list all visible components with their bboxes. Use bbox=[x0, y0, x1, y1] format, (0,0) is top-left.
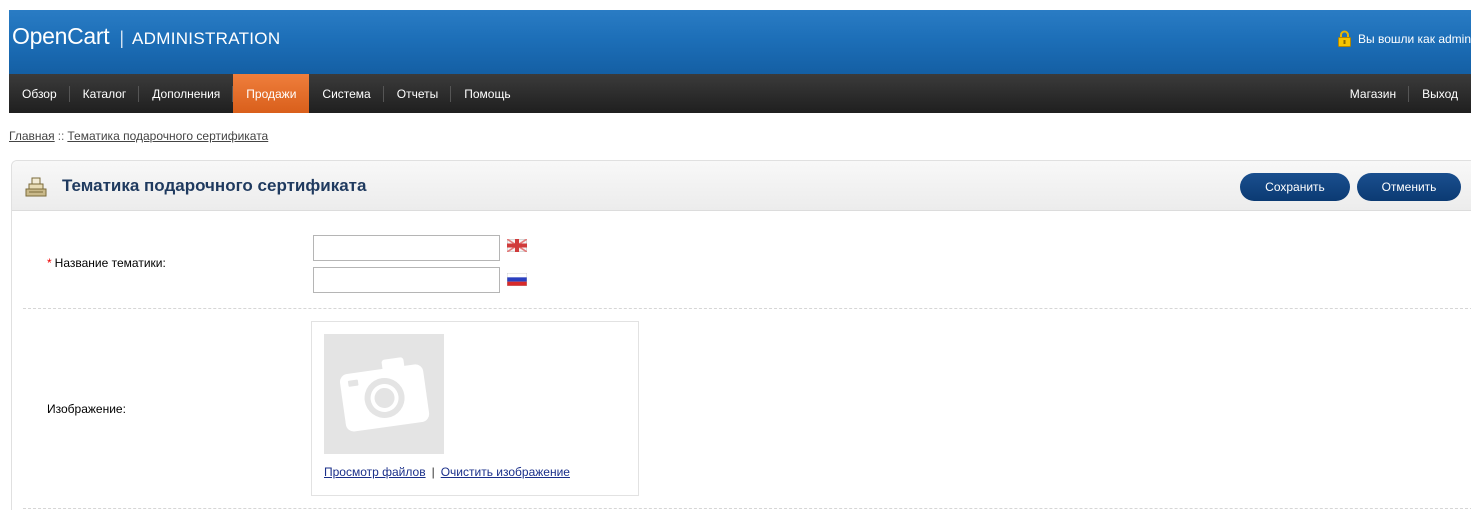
required-mark: * bbox=[47, 256, 52, 270]
lock-icon bbox=[1337, 30, 1352, 47]
breadcrumb: Главная:: Тематика подарочного сертификат… bbox=[9, 129, 268, 143]
menu-item-extensions[interactable]: Дополнения bbox=[139, 74, 234, 113]
image-placeholder[interactable] bbox=[324, 334, 444, 454]
theme-name-input-english[interactable] bbox=[313, 235, 500, 261]
form-row-image: Изображение: Просмотр файлов | Очистить из… bbox=[23, 309, 1471, 509]
save-button[interactable]: Сохранить bbox=[1240, 173, 1350, 201]
menu-item-overview[interactable]: Обзор bbox=[9, 74, 70, 113]
menu-item-sales[interactable]: Продажи bbox=[233, 74, 310, 113]
logo-separator: | bbox=[119, 28, 125, 48]
theme-name-label: * Название тематики: bbox=[47, 256, 166, 270]
content-panel: Тематика подарочного сертификата Сохрани… bbox=[11, 160, 1471, 510]
top-header: OpenCart | ADMINISTRATION Вы вошли как a… bbox=[9, 10, 1471, 74]
cash-register-icon bbox=[24, 176, 48, 198]
menu-item-catalog[interactable]: Каталог bbox=[70, 74, 140, 113]
image-box: Просмотр файлов | Очистить изображение bbox=[311, 321, 639, 496]
logo[interactable]: OpenCart | ADMINISTRATION bbox=[12, 23, 280, 50]
browse-files-link[interactable]: Просмотр файлов bbox=[324, 465, 426, 479]
link-separator: | bbox=[431, 465, 435, 479]
menu-item-logout[interactable]: Выход bbox=[1409, 74, 1471, 113]
image-links: Просмотр файлов | Очистить изображение bbox=[324, 465, 570, 479]
menu-item-store[interactable]: Магазин bbox=[1337, 74, 1410, 113]
theme-name-label-text: Название тематики: bbox=[54, 256, 166, 270]
logo-main-text: OpenCart bbox=[12, 23, 110, 49]
main-menu: Обзор Каталог Дополнения Продажи Система… bbox=[9, 74, 1471, 113]
breadcrumb-home-link[interactable]: Главная bbox=[9, 129, 55, 143]
menu-right: Магазин Выход bbox=[1337, 74, 1471, 113]
logo-subtitle: ADMINISTRATION bbox=[132, 29, 281, 48]
login-text: Вы вошли как admin bbox=[1358, 31, 1471, 46]
russian-flag-icon bbox=[506, 272, 528, 287]
breadcrumb-separator: :: bbox=[57, 129, 65, 143]
login-info: Вы вошли как admin bbox=[1337, 30, 1471, 47]
theme-name-input-russian[interactable] bbox=[313, 267, 500, 293]
menu-item-help[interactable]: Помощь bbox=[451, 74, 523, 113]
form-row-theme-name: * Название тематики: bbox=[23, 211, 1471, 309]
image-label: Изображение: bbox=[47, 402, 126, 416]
english-flag-icon bbox=[506, 238, 528, 253]
page-title: Тематика подарочного сертификата bbox=[62, 176, 367, 195]
clear-image-link[interactable]: Очистить изображение bbox=[441, 465, 570, 479]
panel-heading: Тематика подарочного сертификата Сохрани… bbox=[12, 161, 1471, 211]
cancel-button[interactable]: Отменить bbox=[1357, 173, 1461, 201]
menu-item-system[interactable]: Система bbox=[309, 74, 385, 113]
camera-icon bbox=[339, 357, 430, 432]
breadcrumb-current-link[interactable]: Тематика подарочного сертификата bbox=[67, 129, 268, 143]
menu-item-reports[interactable]: Отчеты bbox=[384, 74, 452, 113]
